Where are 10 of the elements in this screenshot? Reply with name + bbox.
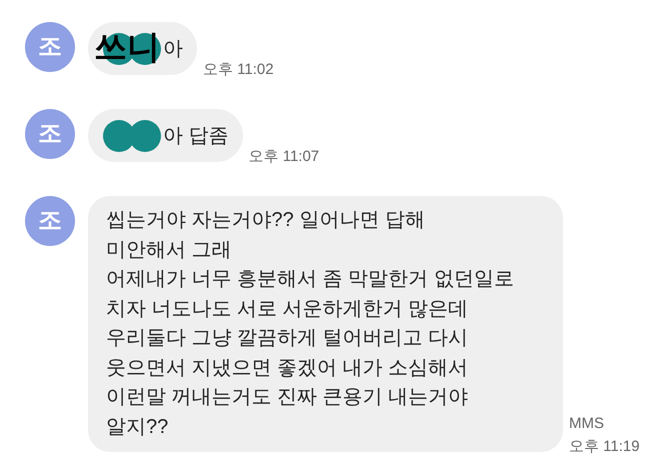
message-text: 아: [163, 36, 183, 62]
message-time: 오후 11:07: [248, 146, 320, 166]
avatar-initial: 조: [38, 206, 62, 236]
message-time: 오후 11:19: [569, 436, 640, 455]
message-time: 오후 11:02: [203, 60, 274, 80]
avatar-initial: 조: [38, 32, 62, 62]
avatar-initial: 조: [38, 119, 62, 149]
message-text: 씹는거야 자는거야?? 일어나면 답해 미안해서 그래 어제내가 너무 흥분해서 좀 막말한거 없던일로 치자 너도나도 서로 서운하게한거 많은데 우리둘다 그냥 깔끔하게 털어버리고 다시 웃으면서 지냈으면 좋겠어 내가 소심해서 이런말 꺼내는거도 진짜 큰용기 내는거야 알지??: [106, 209, 514, 438]
message-type-label: MMS: [569, 414, 605, 434]
message-text: 아 답좀: [163, 124, 229, 148]
